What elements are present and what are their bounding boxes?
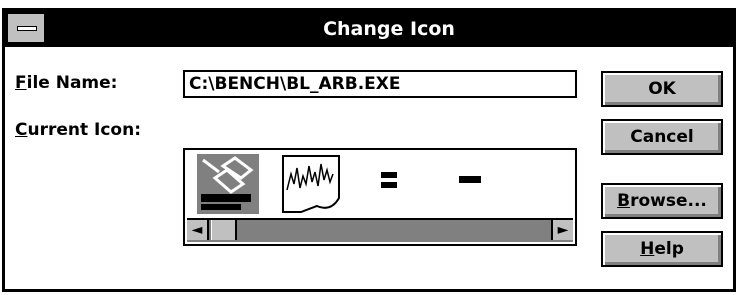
scroll-right-button[interactable]: ► <box>551 220 573 240</box>
single-bar-icon[interactable] <box>449 154 511 214</box>
cancel-button[interactable]: Cancel <box>601 119 723 155</box>
bench-link-icon[interactable] <box>197 154 259 214</box>
title-bar: Change Icon <box>5 11 733 47</box>
current-icon-label: Current Icon: <box>15 120 142 140</box>
file-name-label: File Name: <box>15 73 118 93</box>
window-title: Change Icon <box>323 18 455 40</box>
current-icon-list[interactable]: ◄ ► <box>183 148 577 246</box>
horizontal-scrollbar[interactable]: ◄ ► <box>187 218 573 242</box>
system-menu-button[interactable] <box>7 13 45 43</box>
change-icon-dialog: Change Icon File Name: C:\BENCH\BL_ARB.E… <box>2 8 736 292</box>
browse-button[interactable]: Browse... <box>601 183 723 219</box>
scroll-thumb[interactable] <box>211 220 237 240</box>
double-bar-icon[interactable] <box>365 154 427 214</box>
help-button[interactable]: Help <box>601 231 723 267</box>
waveform-icon[interactable] <box>281 154 343 214</box>
scroll-left-button[interactable]: ◄ <box>187 220 209 240</box>
right-arrow-icon: ► <box>557 222 569 238</box>
file-name-input[interactable]: C:\BENCH\BL_ARB.EXE <box>183 70 577 98</box>
system-menu-icon <box>17 26 37 31</box>
left-arrow-icon: ◄ <box>191 222 203 238</box>
ok-button[interactable]: OK <box>601 71 723 107</box>
